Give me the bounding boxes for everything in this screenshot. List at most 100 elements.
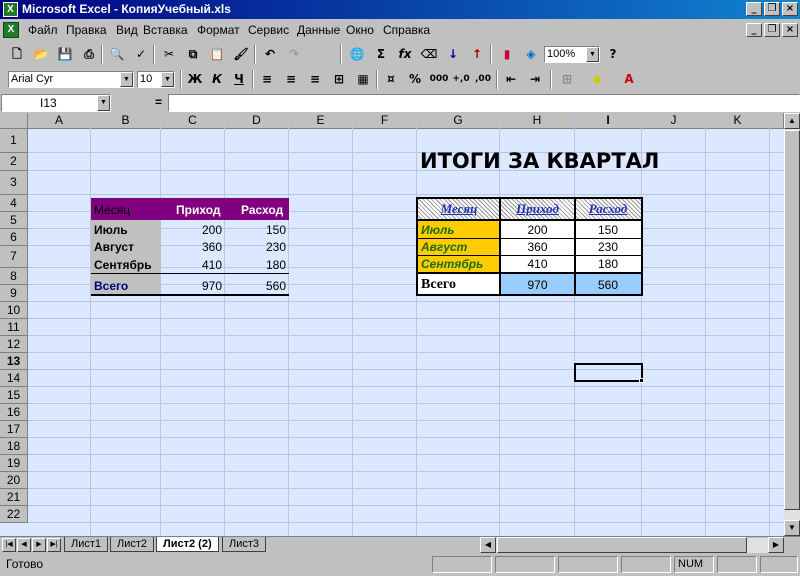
- align-left-icon[interactable]: ≡: [256, 69, 278, 90]
- column-header[interactable]: B: [91, 113, 161, 129]
- next-sheet-icon[interactable]: ▶: [32, 538, 46, 552]
- doc-restore-icon[interactable]: ❐: [764, 23, 780, 37]
- increase-indent-icon[interactable]: ⇥: [524, 69, 546, 90]
- new-icon[interactable]: 🗋: [6, 44, 28, 65]
- sheet-tab[interactable]: Лист3: [222, 537, 267, 552]
- menu-tools[interactable]: Сервис: [248, 23, 289, 37]
- vertical-scrollbar[interactable]: ▲ ▼: [784, 113, 800, 536]
- menu-help[interactable]: Справка: [383, 23, 430, 37]
- prev-sheet-icon[interactable]: ◀: [17, 538, 31, 552]
- help-icon[interactable]: ?: [602, 44, 624, 65]
- name-box[interactable]: I13 ▼: [1, 94, 111, 112]
- redo-icon[interactable]: ↷: [283, 44, 305, 65]
- column-header[interactable]: H: [500, 113, 575, 129]
- percent-button[interactable]: %: [404, 69, 426, 90]
- horizontal-scrollbar[interactable]: ◀ ▶: [480, 537, 784, 553]
- equals-sign[interactable]: =: [155, 95, 162, 109]
- hyperlink-icon[interactable]: 🌐: [346, 44, 368, 65]
- column-header[interactable]: E: [289, 113, 353, 129]
- formula-input[interactable]: [168, 94, 800, 112]
- zoom-select[interactable]: 100% ▼: [544, 46, 600, 63]
- menu-format[interactable]: Формат: [197, 23, 240, 37]
- column-header[interactable]: A: [28, 113, 91, 129]
- table-icon[interactable]: ▦: [352, 69, 374, 90]
- column-header[interactable]: G: [417, 113, 500, 129]
- restore-icon[interactable]: ❐: [764, 2, 780, 16]
- scroll-up-icon[interactable]: ▲: [784, 113, 800, 129]
- menu-data[interactable]: Данные: [297, 23, 340, 37]
- decrease-decimal-icon[interactable]: ,00: [472, 69, 494, 90]
- menu-view[interactable]: Вид: [116, 23, 138, 37]
- row-header[interactable]: 11: [0, 319, 28, 336]
- close-icon[interactable]: ×: [782, 2, 798, 16]
- cut-icon[interactable]: ✂: [158, 44, 180, 65]
- excel-icon[interactable]: X: [3, 2, 18, 17]
- chart-wizard-icon[interactable]: ▮: [496, 44, 518, 65]
- underline-button[interactable]: Ч: [228, 69, 250, 90]
- column-header[interactable]: F: [353, 113, 417, 129]
- menu-window[interactable]: Окно: [346, 23, 374, 37]
- menu-file[interactable]: Файл: [28, 23, 58, 37]
- row-header[interactable]: 20: [0, 472, 28, 489]
- row-header[interactable]: 15: [0, 387, 28, 404]
- column-header[interactable]: K: [706, 113, 770, 129]
- eraser-icon[interactable]: ⌫: [418, 44, 440, 65]
- chevron-down-icon[interactable]: ▼: [586, 47, 599, 62]
- row-header[interactable]: 7: [0, 246, 28, 268]
- increase-decimal-icon[interactable]: +,0: [450, 69, 472, 90]
- font-size-select[interactable]: 10 ▼: [137, 71, 175, 88]
- print-preview-icon[interactable]: 🔍: [106, 44, 128, 65]
- sort-ascending-icon[interactable]: ↓: [442, 44, 464, 65]
- row-header[interactable]: 14: [0, 370, 28, 387]
- scroll-thumb[interactable]: [784, 130, 800, 510]
- chevron-down-icon[interactable]: ▼: [161, 72, 174, 87]
- row-header[interactable]: 18: [0, 438, 28, 455]
- row-header[interactable]: 12: [0, 336, 28, 353]
- italic-button[interactable]: К: [206, 69, 228, 90]
- spelling-icon[interactable]: ✓: [130, 44, 152, 65]
- fill-handle[interactable]: [639, 378, 644, 383]
- chevron-down-icon[interactable]: ▼: [120, 72, 133, 87]
- last-sheet-icon[interactable]: ▶|: [47, 538, 61, 552]
- open-icon[interactable]: 📂: [30, 44, 52, 65]
- align-center-icon[interactable]: ≡: [280, 69, 302, 90]
- column-header[interactable]: I: [575, 113, 642, 129]
- chevron-down-icon[interactable]: ▼: [97, 95, 110, 111]
- doc-minimize-icon[interactable]: _: [746, 23, 762, 37]
- hscroll-thumb[interactable]: [497, 537, 747, 553]
- scroll-down-icon[interactable]: ▼: [784, 520, 800, 536]
- first-sheet-icon[interactable]: |◀: [2, 538, 16, 552]
- bold-button[interactable]: Ж: [184, 69, 206, 90]
- column-header[interactable]: J: [642, 113, 706, 129]
- format-painter-icon[interactable]: 🖌: [230, 44, 252, 65]
- row-header[interactable]: 16: [0, 404, 28, 421]
- sheet-tab-active[interactable]: Лист2 (2): [156, 537, 219, 552]
- save-icon[interactable]: 💾: [54, 44, 76, 65]
- row-header[interactable]: 9: [0, 285, 28, 302]
- decrease-indent-icon[interactable]: ⇤: [500, 69, 522, 90]
- align-right-icon[interactable]: ≡: [304, 69, 326, 90]
- menu-edit[interactable]: Правка: [66, 23, 107, 37]
- print-icon[interactable]: ⎙: [78, 44, 100, 65]
- font-color-icon[interactable]: A: [618, 69, 640, 90]
- scroll-left-icon[interactable]: ◀: [480, 537, 496, 553]
- row-header[interactable]: 1: [0, 129, 28, 153]
- row-header[interactable]: 22: [0, 506, 28, 523]
- row-header[interactable]: 2: [0, 153, 28, 171]
- undo-icon[interactable]: ↶: [259, 44, 281, 65]
- column-header[interactable]: D: [225, 113, 289, 129]
- sheet-tab[interactable]: Лист2: [110, 537, 155, 552]
- fill-color-icon[interactable]: ◆: [586, 69, 608, 90]
- font-name-select[interactable]: Arial Cyr ▼: [8, 71, 134, 88]
- row-header[interactable]: 6: [0, 229, 28, 246]
- thousands-button[interactable]: 000: [428, 69, 450, 90]
- merge-center-icon[interactable]: ⊞: [328, 69, 350, 90]
- select-all-button[interactable]: [0, 113, 28, 129]
- paste-icon[interactable]: 📋: [206, 44, 228, 65]
- function-icon[interactable]: fx: [394, 44, 416, 65]
- column-header[interactable]: C: [161, 113, 225, 129]
- row-header[interactable]: 8: [0, 268, 28, 285]
- row-header[interactable]: 17: [0, 421, 28, 438]
- sort-descending-icon[interactable]: ↑: [466, 44, 488, 65]
- row-header[interactable]: 4: [0, 195, 28, 212]
